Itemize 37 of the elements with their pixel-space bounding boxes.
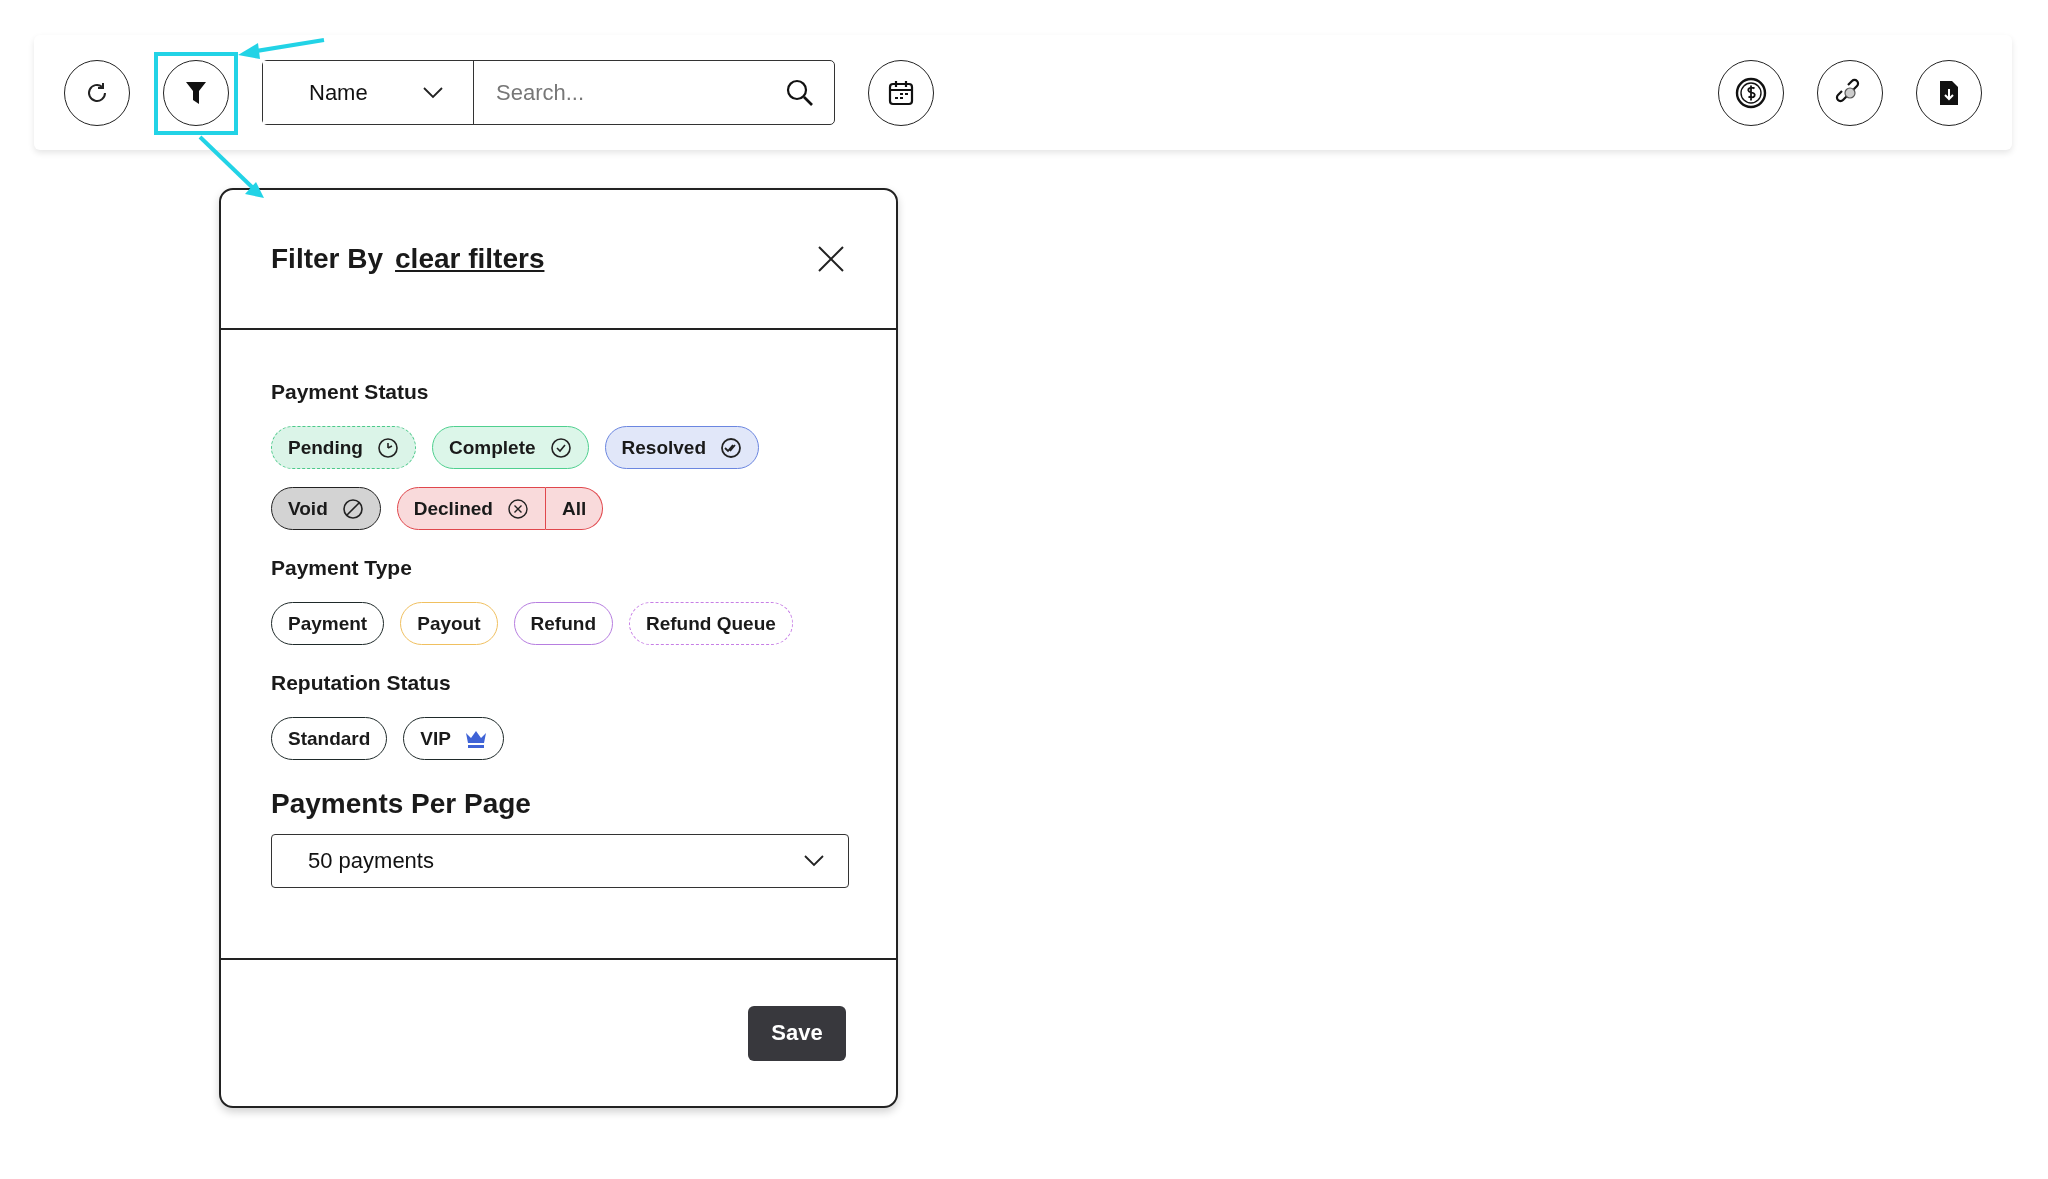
calendar-icon (887, 78, 915, 107)
filter-icon (185, 80, 207, 105)
double-check-circle-icon (720, 436, 742, 459)
filter-chip[interactable]: Void (271, 487, 381, 530)
chevron-down-icon (804, 855, 824, 867)
save-button[interactable]: Save (748, 1005, 846, 1061)
x-circle-icon (506, 497, 529, 520)
filter-chip[interactable]: Refund Queue (629, 602, 793, 645)
filter-chip[interactable]: Pending (271, 426, 416, 469)
refresh-icon (85, 80, 109, 105)
filter-chip[interactable]: Payout (400, 602, 498, 645)
dollar-coin-icon (1735, 76, 1767, 109)
clock-icon (376, 436, 399, 459)
filter-chip[interactable]: Complete (431, 426, 589, 469)
filter-chip[interactable]: Standard (271, 717, 388, 760)
file-download-icon (1938, 78, 1960, 107)
panel-title: Filter By (271, 243, 384, 275)
filter-chip[interactable]: Declined (396, 487, 546, 530)
annotation-arrow (198, 135, 264, 198)
section-label: Reputation Status (271, 671, 452, 695)
crown-icon (465, 729, 487, 748)
filter-chip[interactable]: VIP (403, 717, 504, 760)
per-page-label: Payments Per Page (271, 788, 532, 820)
filter-chip[interactable]: Payment (271, 602, 385, 645)
close-button[interactable] (816, 244, 846, 274)
filter-chip[interactable]: Resolved (604, 426, 759, 469)
filter-chip[interactable]: All (545, 487, 604, 530)
clear-filters-link[interactable]: clear filters (395, 243, 545, 275)
filter-chip[interactable]: Refund (513, 602, 613, 645)
check-circle-icon (549, 436, 572, 459)
section-label: Payment Type (271, 556, 413, 580)
section-label: Payment Status (271, 380, 430, 404)
per-page-dropdown[interactable]: 50 payments (271, 834, 849, 888)
search-icon (786, 78, 814, 107)
search-by-dropdown[interactable]: Name (263, 61, 474, 124)
chevron-down-icon (423, 86, 443, 99)
ban-icon (341, 497, 364, 520)
